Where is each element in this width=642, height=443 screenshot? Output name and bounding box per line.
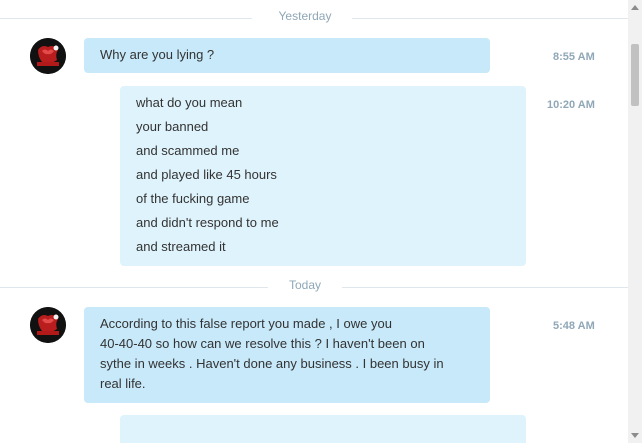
message-timestamp: 10:20 AM [547, 99, 595, 111]
scroll-up-arrow-icon[interactable] [631, 5, 639, 10]
message-bubble-incoming: Why are you lying ? [84, 38, 490, 73]
message-bubble-outgoing-partial [120, 415, 526, 443]
divider-line [352, 18, 628, 19]
avatar-icon[interactable] [30, 38, 66, 74]
message-text: 40-40-40 so how can we resolve this ? I … [100, 336, 425, 351]
message-timestamp: 8:55 AM [553, 51, 595, 63]
message-text: real life. [100, 376, 146, 391]
message-text: your banned [136, 119, 209, 134]
message-text: and played like 45 hours [136, 167, 277, 182]
message-text: sythe in weeks . Haven't done any busine… [100, 356, 444, 371]
divider-label: Today [288, 278, 322, 292]
avatar-icon[interactable] [30, 307, 66, 343]
date-divider-today: Today [0, 278, 628, 305]
message-text: and scammed me [136, 143, 240, 158]
chat-pane[interactable]: Yesterday Why are you lying ? 8:55 AM wh… [0, 0, 628, 443]
scroll-down-arrow-icon[interactable] [631, 433, 639, 438]
message-text: and streamed it [136, 239, 226, 254]
divider-line [0, 18, 252, 19]
date-divider-yesterday: Yesterday [0, 9, 628, 36]
message-bubble-incoming: According to this false report you made … [84, 307, 490, 403]
divider-line [342, 287, 628, 288]
message-text: and didn't respond to me [136, 215, 279, 230]
message-bubble-outgoing: what do you mean your banned and scammed… [120, 86, 526, 266]
message-text: According to this false report you made … [100, 316, 392, 331]
message-timestamp: 5:48 AM [553, 320, 595, 332]
avatar-image [30, 38, 66, 74]
message-text: what do you mean [136, 95, 243, 110]
avatar-image [30, 307, 66, 343]
divider-label: Yesterday [278, 9, 332, 23]
message-text: of the fucking game [136, 191, 250, 206]
scrollbar[interactable] [628, 0, 642, 443]
scrollbar-thumb[interactable] [631, 44, 639, 106]
message-text: Why are you lying ? [100, 47, 215, 62]
divider-line [0, 287, 268, 288]
